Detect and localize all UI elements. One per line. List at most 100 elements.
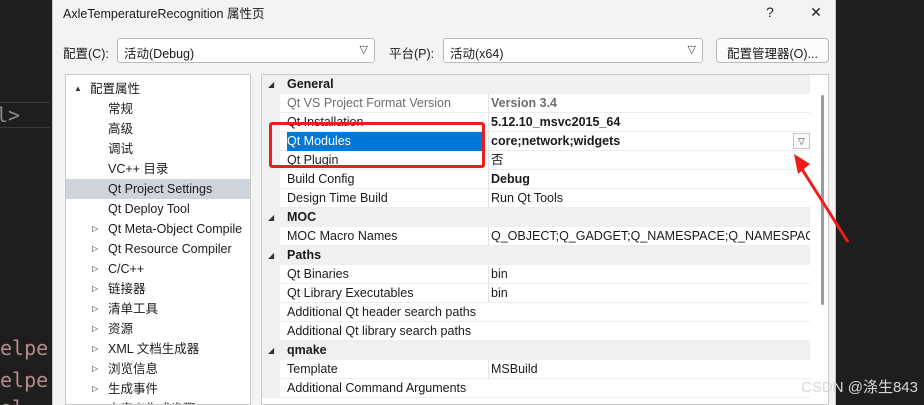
property-row[interactable]: Qt Library Executables bin [262, 284, 810, 303]
property-row[interactable]: Template MSBuild [262, 360, 810, 379]
property-name: Additional Qt library search paths [287, 324, 472, 338]
close-button[interactable]: ✕ [805, 2, 827, 22]
property-row[interactable]: Qt VS Project Format Version Version 3.4 [262, 94, 810, 113]
background-code-line: el [0, 396, 24, 405]
property-row[interactable]: MOC Macro Names Q_OBJECT;Q_GADGET;Q_NAMES… [262, 227, 810, 246]
property-tree: ▲ 配置属性 常规 高级 调试 VC++ 目录 Qt Project Settings Qt … [65, 74, 251, 405]
tree-item[interactable]: ▷ XML 文档生成器 [66, 339, 250, 359]
property-value[interactable]: MSBuild [488, 360, 810, 379]
tree-item[interactable]: ▷ Qt Meta-Object Compile [66, 219, 250, 239]
property-row[interactable]: Qt Binaries bin [262, 265, 810, 284]
expand-arrow-icon[interactable]: ▷ [92, 279, 98, 299]
annotation-arrow-icon [794, 154, 850, 243]
category-label: Paths [287, 248, 322, 262]
category-row[interactable]: ◢ qmake [262, 341, 810, 360]
property-name: Template [287, 362, 338, 376]
watermark: CSDN @涤生843 [801, 379, 918, 396]
tree-item[interactable]: ▷ Qt Resource Compiler [66, 239, 250, 259]
expand-arrow-icon[interactable]: ▷ [92, 219, 98, 239]
tree-item-label: 生成事件 [108, 382, 159, 396]
chevron-down-icon: ▽ [359, 44, 368, 56]
property-value[interactable]: 5.12.10_msvc2015_64 [488, 113, 810, 132]
category-row[interactable]: ◢ General [262, 75, 810, 94]
property-value[interactable]: Version 3.4 [488, 94, 810, 113]
row-gutter [262, 265, 280, 284]
background-prompt: l> [0, 102, 50, 128]
tree-item[interactable]: ▷ 清单工具 [66, 299, 250, 319]
property-value[interactable]: bin [488, 284, 810, 303]
tree-item-label: 浏览信息 [108, 362, 159, 376]
expand-arrow-icon[interactable]: ▷ [92, 339, 98, 359]
tree-item[interactable]: ▲ 配置属性 [66, 79, 250, 99]
caret-down-icon[interactable]: ◢ [268, 75, 274, 94]
config-select[interactable]: 活动(Debug) ▽ [117, 38, 375, 63]
platform-select[interactable]: 活动(x64) ▽ [443, 38, 703, 63]
property-value[interactable]: Run Qt Tools [488, 189, 810, 208]
tree-item[interactable]: ▷ 自定义生成步骤 [66, 399, 250, 404]
tree-item[interactable]: ▷ 浏览信息 [66, 359, 250, 379]
row-gutter [262, 360, 280, 379]
expand-arrow-icon[interactable]: ▷ [92, 399, 98, 404]
expand-arrow-icon[interactable]: ▷ [92, 299, 98, 319]
expand-arrow-icon[interactable]: ▷ [92, 379, 98, 399]
category-row[interactable]: ◢ Paths [262, 246, 810, 265]
tree-item[interactable]: Qt Deploy Tool [66, 199, 250, 219]
row-gutter [262, 189, 280, 208]
tree-item[interactable]: 常规 [66, 99, 250, 119]
row-gutter [262, 322, 280, 341]
property-pages-dialog: AxleTemperatureRecognition 属性页 ? ✕ 配置(C)… [52, 0, 836, 405]
platform-select-value: 活动(x64) [450, 47, 504, 61]
background-editor: l> elpe elpe el [0, 0, 52, 405]
tree-item-label: XML 文档生成器 [108, 342, 200, 356]
caret-down-icon[interactable]: ◢ [268, 208, 274, 227]
property-name: Additional Qt header search paths [287, 305, 477, 319]
tree-item[interactable]: 调试 [66, 139, 250, 159]
tree-item-label: 常规 [108, 102, 134, 116]
tree-item-label: 自定义生成步骤 [108, 399, 196, 404]
property-row[interactable]: Design Time Build Run Qt Tools [262, 189, 810, 208]
tree-item[interactable]: ▷ 生成事件 [66, 379, 250, 399]
tree-item[interactable]: 高级 [66, 119, 250, 139]
expand-arrow-icon[interactable]: ▷ [92, 259, 98, 279]
property-row[interactable]: Additional Command Arguments [262, 379, 810, 398]
property-value[interactable]: Debug [488, 170, 810, 189]
row-gutter [262, 379, 280, 398]
property-value[interactable]: bin [488, 265, 810, 284]
expand-arrow-icon[interactable]: ▷ [92, 319, 98, 339]
property-value[interactable]: core;network;widgets [488, 132, 810, 151]
help-button[interactable]: ? [759, 2, 781, 22]
property-row[interactable]: Build Config Debug [262, 170, 810, 189]
row-gutter [262, 170, 280, 189]
property-name: Additional Command Arguments [287, 381, 467, 395]
tree-item-label: 配置属性 [90, 82, 141, 96]
property-name: Qt Library Executables [287, 286, 414, 300]
property-value[interactable]: Q_OBJECT;Q_GADGET;Q_NAMESPACE;Q_NAMESPAC… [488, 227, 810, 246]
row-gutter [262, 94, 280, 113]
platform-label: 平台(P): [389, 47, 435, 61]
tree-item[interactable]: VC++ 目录 [66, 159, 250, 179]
chevron-down-icon: ▽ [687, 44, 696, 56]
tree-item-label: C/C++ [108, 262, 145, 276]
property-name: MOC Macro Names [287, 229, 398, 243]
property-row[interactable]: Additional Qt library search paths [262, 322, 810, 341]
property-name: Qt Binaries [287, 267, 349, 281]
tree-item-label: 清单工具 [108, 302, 159, 316]
tree-item[interactable]: ▷ 链接器 [66, 279, 250, 299]
tree-item[interactable]: ▷ C/C++ [66, 259, 250, 279]
configuration-manager-button[interactable]: 配置管理器(O)... [716, 38, 829, 63]
configuration-row: 配置(C): 活动(Debug) ▽ 平台(P): 活动(x64) ▽ 配置管理… [53, 38, 835, 64]
caret-down-icon[interactable]: ◢ [268, 341, 274, 360]
expand-arrow-icon[interactable]: ▷ [92, 239, 98, 259]
property-value[interactable]: 否 [488, 151, 810, 170]
dialog-title: AxleTemperatureRecognition 属性页 [63, 6, 265, 21]
expanded-arrow-icon[interactable]: ▲ [74, 79, 82, 99]
expand-arrow-icon[interactable]: ▷ [92, 359, 98, 379]
category-row[interactable]: ◢ MOC [262, 208, 810, 227]
chevron-down-icon[interactable]: ▽ [793, 133, 810, 149]
property-row[interactable]: Additional Qt header search paths [262, 303, 810, 322]
tree-item[interactable]: Qt Project Settings [66, 179, 250, 199]
tree-item[interactable]: ▷ 资源 [66, 319, 250, 339]
caret-down-icon[interactable]: ◢ [268, 246, 274, 265]
category-label: MOC [287, 210, 317, 224]
tree-item-label: Qt Resource Compiler [108, 242, 232, 256]
